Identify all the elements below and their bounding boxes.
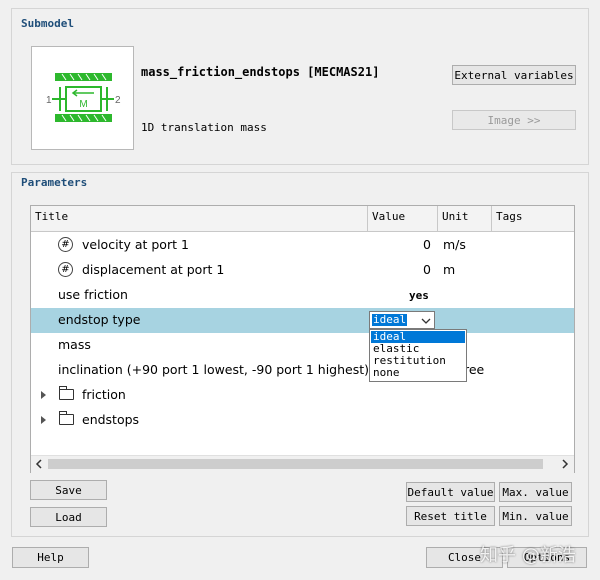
submodel-name: mass_friction_endstops [MECMAS21] [141,65,380,79]
param-unit: m/s [443,237,466,252]
folder-icon [59,411,74,425]
param-value[interactable]: 0 [423,262,431,277]
folder-icon [59,386,74,400]
mass-component-icon: M 1 2 [46,73,121,122]
param-value[interactable]: yes [409,289,429,302]
submodel-description: 1D translation mass [141,121,267,134]
param-label: velocity at port 1 [82,237,189,252]
param-label: inclination (+90 port 1 lowest, -90 port… [58,362,370,377]
table-row[interactable]: # displacement at port 1 0 m [31,258,574,283]
dropdown-option-none[interactable]: none [371,367,400,379]
max-value-button[interactable]: Max. value [499,482,572,502]
table-row[interactable]: mass [31,333,574,358]
submodel-section-title: Submodel [21,17,74,30]
param-label: endstop type [58,312,141,327]
mass-letter: M [79,99,87,110]
column-header-title[interactable]: Title [31,206,368,232]
folder-label: endstops [82,412,140,427]
param-unit: m [443,262,456,277]
hash-icon: # [58,262,73,277]
watermark-text: 知乎 @新浩 [480,545,576,566]
submodel-icon-frame[interactable]: M 1 2 [31,46,134,150]
table-row[interactable]: inclination (+90 port 1 lowest, -90 port… [31,358,574,383]
horizontal-scrollbar[interactable] [31,455,574,473]
tree-row-endstops[interactable]: endstops [31,408,574,433]
column-header-tags[interactable]: Tags [492,206,574,232]
tree-row-friction[interactable]: friction [31,383,574,408]
scrollbar-thumb[interactable] [48,459,543,469]
param-label: displacement at port 1 [82,262,225,277]
load-button[interactable]: Load [30,507,107,527]
folder-label: friction [82,387,126,402]
reset-title-button[interactable]: Reset title [406,506,495,526]
param-label: mass [58,337,91,352]
parameters-section-title: Parameters [21,176,88,189]
table-row[interactable]: # velocity at port 1 0 m/s [31,233,574,258]
chevron-down-icon[interactable] [421,318,431,324]
scroll-left-icon[interactable] [35,459,43,469]
endstop-type-dropdown-list[interactable]: ideal elastic restitution none [369,329,467,382]
param-value[interactable]: 0 [423,237,431,252]
column-header-value[interactable]: Value [368,206,438,232]
param-unit: ree [464,362,485,377]
image-button[interactable]: Image >> [452,110,576,130]
help-button[interactable]: Help [12,547,89,568]
select-value: ideal [372,313,408,326]
table-row[interactable]: use friction yes [31,283,574,308]
scroll-right-icon[interactable] [561,459,569,469]
port-1-label: 1 [46,95,52,106]
save-button[interactable]: Save [30,480,107,500]
param-label: use friction [58,287,128,302]
parameters-table[interactable]: Title Value Unit Tags # velocity at port… [30,205,575,473]
default-value-button[interactable]: Default value [406,482,495,502]
external-variables-button[interactable]: External variables [452,65,576,85]
table-row-selected[interactable]: endstop type ideal [31,308,574,333]
endstop-type-select[interactable]: ideal [369,311,435,329]
port-2-label: 2 [115,95,121,106]
min-value-button[interactable]: Min. value [499,506,572,526]
expand-arrow-icon[interactable] [41,391,46,399]
column-header-unit[interactable]: Unit [438,206,492,232]
expand-arrow-icon[interactable] [41,416,46,424]
hash-icon: # [58,237,73,252]
